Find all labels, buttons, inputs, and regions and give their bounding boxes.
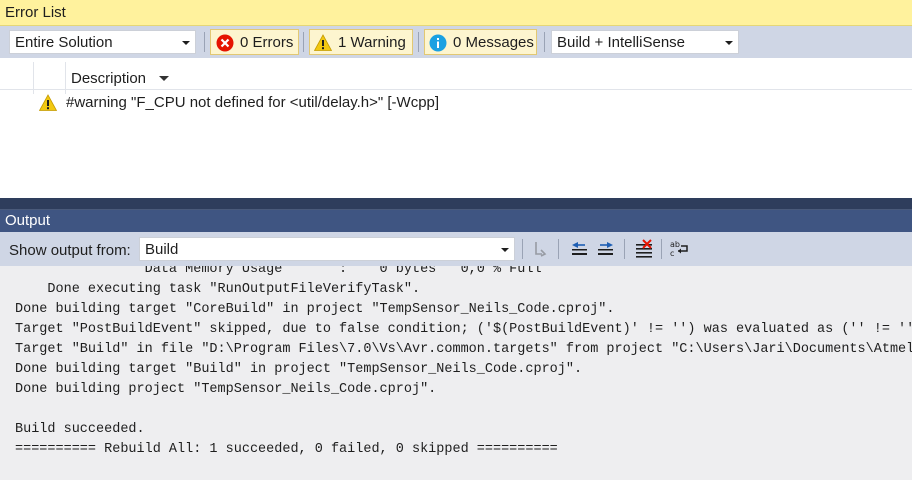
column-separator: [33, 62, 34, 94]
chevron-down-icon: [182, 41, 190, 45]
warnings-filter-button[interactable]: 1 Warning: [309, 29, 413, 55]
messages-filter-label: 0 Messages: [453, 34, 534, 51]
toolbar-separator: [624, 239, 625, 259]
error-list-toolbar: Entire Solution 0 Errors 1 Warning 0 Mes…: [0, 26, 912, 58]
warning-icon: [314, 34, 332, 51]
chevron-down-icon: [725, 41, 733, 45]
sort-arrow-icon[interactable]: [159, 76, 169, 81]
output-source-value: Build: [145, 241, 179, 258]
error-icon: [216, 34, 234, 52]
go-to-next-message-icon[interactable]: [596, 240, 616, 258]
output-line: ========== Rebuild All: 1 succeeded, 0 f…: [15, 442, 558, 457]
output-line: Done building target "CoreBuild" in proj…: [15, 302, 615, 317]
errors-filter-label: 0 Errors: [240, 34, 294, 51]
output-text-area[interactable]: Data Memory Usage : 0 bytes 0,0 % Full D…: [0, 266, 912, 480]
output-line: Done building project "TempSensor_Neils_…: [15, 382, 437, 397]
show-output-from-label: Show output from:: [9, 242, 131, 259]
output-line: Target "Build" in file "D:\Program Files…: [15, 342, 912, 357]
build-source-dropdown-value: Build + IntelliSense: [557, 34, 685, 51]
toolbar-separator: [661, 239, 662, 259]
svg-text:c: c: [670, 249, 674, 258]
output-toolbar: Show output from: Build ab c: [0, 232, 912, 266]
error-list-title: Error List: [5, 4, 66, 21]
panel-splitter[interactable]: [0, 198, 912, 210]
error-list-header: Description: [0, 62, 912, 94]
errors-filter-button[interactable]: 0 Errors: [210, 29, 299, 55]
svg-text:ab: ab: [670, 240, 680, 249]
find-message-in-code-icon[interactable]: [532, 240, 550, 258]
info-icon: [429, 34, 447, 52]
description-column-header[interactable]: Description: [71, 70, 146, 87]
output-line: Done building target "Build" in project …: [15, 362, 583, 377]
error-list-row[interactable]: #warning "F_CPU not defined for <util/de…: [0, 92, 912, 114]
toolbar-separator: [303, 32, 304, 52]
clear-all-icon[interactable]: [634, 239, 654, 259]
output-line: Done executing task "RunOutputFileVerify…: [15, 282, 421, 297]
toolbar-separator: [204, 32, 205, 52]
build-source-dropdown[interactable]: Build + IntelliSense: [551, 30, 739, 54]
toolbar-separator: [522, 239, 523, 259]
chevron-down-icon: [501, 248, 509, 252]
toolbar-separator: [418, 32, 419, 52]
output-line: Build succeeded.: [15, 422, 145, 437]
output-source-dropdown[interactable]: Build: [139, 237, 515, 261]
scope-dropdown-value: Entire Solution: [15, 34, 113, 51]
go-to-previous-message-icon[interactable]: [569, 240, 589, 258]
messages-filter-button[interactable]: 0 Messages: [424, 29, 537, 55]
output-title: Output: [5, 212, 51, 229]
toolbar-separator: [558, 239, 559, 259]
column-separator: [65, 62, 66, 94]
toggle-word-wrap-icon[interactable]: ab c: [669, 239, 691, 259]
output-log: Data Memory Usage : 0 bytes 0,0 % Full D…: [15, 266, 912, 460]
error-description: #warning "F_CPU not defined for <util/de…: [66, 94, 440, 111]
warning-icon: [39, 94, 57, 111]
toolbar-separator: [544, 32, 545, 52]
output-title-bar: Output: [0, 210, 912, 232]
error-list-body: Description #warning "F_CPU not defined …: [0, 58, 912, 198]
output-line: Data Memory Usage : 0 bytes 0,0 % Full: [15, 266, 542, 277]
error-list-title-bar: Error List: [0, 0, 912, 26]
warnings-filter-label: 1 Warning: [338, 34, 406, 51]
scope-dropdown[interactable]: Entire Solution: [9, 30, 196, 54]
output-line: Target "PostBuildEvent" skipped, due to …: [15, 322, 912, 337]
